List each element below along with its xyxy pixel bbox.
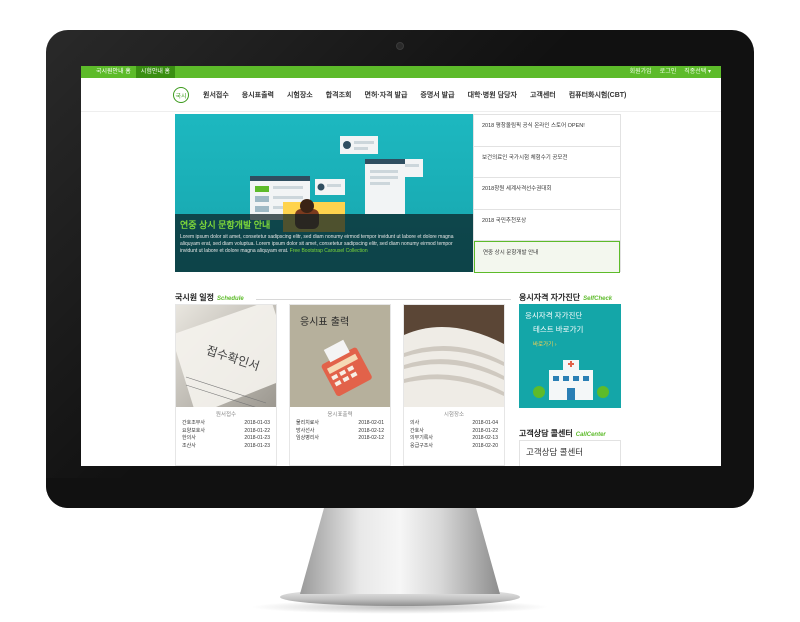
hero-link[interactable]: Free Bootstrap Carousel Collection [290, 248, 368, 254]
card-image-receipt: 접수확인서 [176, 305, 276, 407]
book-image [404, 305, 504, 407]
row-date: 2018-02-13 [472, 435, 498, 441]
monitor-stand-neck [300, 508, 500, 594]
row-date: 2018-01-22 [244, 427, 270, 434]
top-links: 회원가입 로그인 직종선택 ▾ [630, 66, 711, 78]
top-tabs: 국시원안내 홈 시험안내 홈 [91, 66, 176, 78]
callcenter-sub: CallCenter [575, 432, 606, 438]
nav-item-customer-center[interactable]: 고객센터 [530, 90, 556, 100]
table-row: 요양보호사 2018-01-22 [176, 428, 276, 436]
row-job: 요양보호사 [182, 427, 206, 434]
schedule-card-ticket[interactable]: 응시표 출력 응시표출력 물리치료사 2018-02-01 방사선사 2018-02… [289, 304, 391, 466]
monitor-chin [46, 478, 754, 508]
tab-exam-home[interactable]: 시험안내 홈 [135, 66, 176, 78]
ticket-text: 응시표 출력 [300, 316, 349, 328]
hero-caption: 연중 상시 문항개발 안내 Lorem ipsum dolor sit amet… [175, 214, 473, 272]
row-date: 2018-02-01 [358, 420, 384, 426]
hero-text: Lorem ipsum dolor sit amet, consetetur s… [180, 234, 468, 255]
table-row: 물리치료사 2018-02-01 [290, 420, 390, 428]
table-row: 간호사 2018-01-22 [404, 428, 504, 436]
nav-item-exam-location[interactable]: 시험장소 [287, 90, 313, 100]
webcam-icon [396, 42, 404, 50]
hospital-icon [533, 360, 609, 400]
main-nav: 국시 원서접수 응시표출력 시험장소 합격조회 면허·자격 발급 증명서 발급 … [81, 78, 721, 112]
card-image-calculator: 응시표 출력 [290, 305, 390, 407]
nav-item-application[interactable]: 원서접수 [203, 90, 229, 100]
table-row: 의무기록사 2018-02-13 [404, 435, 504, 443]
table-row: 조산사 2018-01-23 [176, 443, 276, 451]
schedule-sub: Schedule [217, 296, 244, 302]
selfcheck-banner[interactable]: 응시자격 자가진단 테스트 바로가기 바로가기 › [519, 304, 621, 408]
login-link[interactable]: 로그인 [660, 66, 677, 78]
schedule-rule [256, 299, 511, 300]
selfcheck-title: 응시자격 자가진단 [519, 293, 581, 302]
calculator-image: 응시표 출력 [290, 305, 390, 407]
signup-link[interactable]: 회원가입 [630, 66, 652, 78]
row-job: 응급구조사 [410, 442, 434, 449]
table-row: 방사선사 2018-02-12 [290, 428, 390, 436]
nav-item-license[interactable]: 면허·자격 발급 [365, 90, 408, 100]
top-utility-bar: 국시원안내 홈 시험안내 홈 회원가입 로그인 직종선택 ▾ [81, 66, 721, 78]
schedule-card-location[interactable]: 시험장소 의사 2018-01-04 간호사 2018-01-22 의무기록사 201… [403, 304, 505, 466]
row-date: 2018-01-03 [244, 420, 270, 426]
row-job: 의무기록사 [410, 435, 434, 441]
row-job: 임상병리사 [296, 435, 320, 441]
tab-kuksiwon-home[interactable]: 국시원안내 홈 [91, 66, 136, 78]
row-job: 간호조무사 [182, 420, 206, 426]
news-list: 2018 평창올림픽 공식 온라인 스토어 OPEN! 보건의료인 국가시험 체… [473, 114, 621, 273]
news-item[interactable]: 2018 국민추천포상 [474, 210, 620, 242]
row-date: 2018-02-20 [472, 442, 498, 449]
row-job: 의사 [410, 420, 420, 426]
callcenter-banner[interactable]: 고객상담 콜센터 [519, 440, 621, 466]
callcenter-heading: 고객상담 콜센터 CallCenter [519, 428, 606, 439]
nav-menu: 원서접수 응시표출력 시험장소 합격조회 면허·자격 발급 증명서 발급 대학·… [203, 90, 626, 100]
schedule-heading: 국시원 일정 Schedule [175, 292, 244, 303]
nav-item-certificate[interactable]: 증명서 발급 [420, 90, 454, 100]
news-item[interactable]: 보건의료인 국가시험 체험수기 공모전 [474, 147, 620, 179]
nav-item-results[interactable]: 합격조회 [326, 90, 352, 100]
nav-item-admission-ticket[interactable]: 응시표출력 [242, 90, 274, 100]
row-date: 2018-01-22 [472, 427, 498, 434]
table-row: 응급구조사 2018-02-20 [404, 443, 504, 451]
schedule-title: 국시원 일정 [175, 293, 215, 302]
row-job: 물리치료사 [296, 420, 320, 426]
news-item[interactable]: 2018창원 세계사격선수권대회 [474, 178, 620, 210]
row-date: 2018-01-23 [244, 442, 270, 449]
row-date: 2018-02-12 [358, 427, 384, 434]
callcenter-title: 고객상담 콜센터 [519, 429, 573, 438]
schedule-card-application[interactable]: 접수확인서 원서접수 간호조무사 2018-01-03 요양보호사 2018-01-… [175, 304, 277, 466]
table-row: 한의사 2018-01-23 [176, 435, 276, 443]
card-label: 원서접수 [215, 412, 237, 418]
row-job: 방사선사 [296, 427, 315, 434]
selfcheck-sub: SelfCheck [583, 296, 613, 302]
card-image-book [404, 305, 504, 407]
nav-item-university[interactable]: 대학·병원 담당자 [468, 90, 517, 100]
table-row: 간호조무사 2018-01-03 [176, 420, 276, 428]
hero-carousel[interactable]: 연중 상시 문항개발 안내 Lorem ipsum dolor sit amet… [175, 114, 473, 272]
selfcheck-heading: 응시자격 자가진단 SelfCheck [519, 292, 612, 303]
card-label: 응시표출력 [327, 412, 353, 418]
website-screen: 국시원안내 홈 시험안내 홈 회원가입 로그인 직종선택 ▾ 국시 원서접수 응… [81, 66, 721, 466]
receipt-image: 접수확인서 [176, 305, 276, 407]
news-item[interactable]: 2018 평창올림픽 공식 온라인 스토어 OPEN! [474, 115, 620, 147]
nav-item-cbt[interactable]: 컴퓨터화시험(CBT) [569, 90, 627, 100]
row-job: 간호사 [410, 427, 424, 434]
row-date: 2018-01-23 [244, 435, 270, 441]
table-row: 의사 2018-01-04 [404, 420, 504, 428]
table-row: 임상병리사 2018-02-12 [290, 435, 390, 443]
news-item-active[interactable]: 연중 상시 문항개발 안내 [474, 241, 620, 273]
card-label: 시험장소 [443, 412, 465, 418]
hero-title: 연중 상시 문항개발 안내 [180, 220, 271, 230]
row-date: 2018-02-12 [358, 435, 384, 441]
row-job: 한의사 [182, 435, 196, 441]
row-job: 조산사 [182, 442, 196, 449]
job-select-dropdown[interactable]: 직종선택 ▾ [684, 66, 711, 78]
row-date: 2018-01-04 [472, 420, 498, 426]
site-logo[interactable]: 국시 [173, 87, 189, 103]
